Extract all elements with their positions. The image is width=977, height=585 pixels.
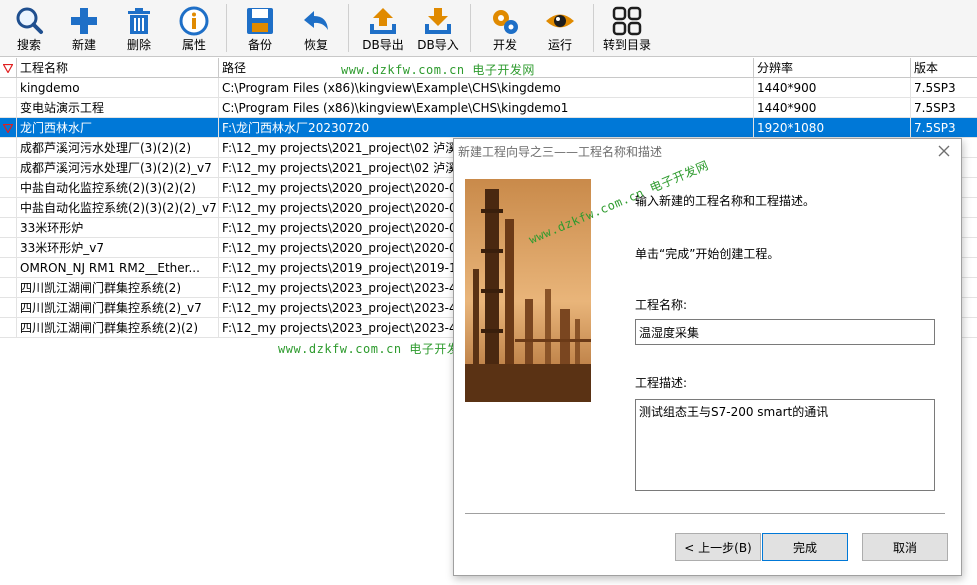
resolution-cell: 1920*1080 <box>754 118 911 138</box>
undo-icon <box>304 11 328 30</box>
project-path-cell: C:\Program Files (x86)\kingview\Example\… <box>219 98 754 118</box>
project-name-cell: 33米环形炉 <box>17 218 219 238</box>
table-row[interactable]: 变电站演示工程 C:\Program Files (x86)\kingview\E… <box>0 98 977 118</box>
row-marker-cell <box>0 138 17 158</box>
project-name-cell: OMRON_NJ RM1 RM2__Ether... <box>17 258 219 278</box>
project-path-cell: F:\龙门西林水厂20230720 <box>219 118 754 138</box>
db-export-button[interactable]: DB导出 <box>356 2 410 54</box>
new-project-wizard-dialog: 新建工程向导之三——工程名称和描述 输入新建的工程名称和工程描述。 单击“完成” <box>453 138 962 576</box>
row-marker-cell <box>0 158 17 178</box>
row-marker-cell <box>0 298 17 318</box>
project-name-cell: 成都芦溪河污水处理厂(3)(2)(2)_v7 <box>17 158 219 178</box>
grid-icon <box>612 6 642 36</box>
column-header-name[interactable]: 工程名称 <box>17 58 219 78</box>
close-icon[interactable] <box>936 143 952 159</box>
column-header-resolution[interactable]: 分辨率 <box>754 58 911 78</box>
eye-icon <box>546 14 574 28</box>
back-button[interactable]: < 上一步(B) <box>675 533 761 561</box>
project-name-cell: 四川凯江湖闸门群集控系统(2) <box>17 278 219 298</box>
new-label: 新建 <box>71 38 96 52</box>
sort-flag-icon <box>3 64 13 73</box>
current-row-flag-icon <box>3 124 13 133</box>
project-description-input[interactable]: 测试组态王与S7-200 smart的通讯 <box>635 399 935 491</box>
version-cell: 7.5SP3 <box>914 81 956 95</box>
row-marker-cell <box>0 178 17 198</box>
row-marker-cell <box>0 258 17 278</box>
project-name-cell: 四川凯江湖闸门群集控系统(2)_v7 <box>17 298 219 318</box>
db-import-button[interactable]: DB导入 <box>411 2 465 54</box>
develop-button[interactable]: 开发 <box>478 2 532 54</box>
table-row[interactable]: 龙门西林水厂 F:\龙门西林水厂20230720 1920*1080 7.5SP3 <box>0 118 977 138</box>
dialog-divider <box>465 513 945 515</box>
dialog-hint-text: 单击“完成”开始创建工程。 <box>635 247 780 261</box>
version-cell: 7.5SP3 <box>914 101 956 115</box>
properties-label: 属性 <box>181 38 206 52</box>
plus-icon <box>71 8 97 34</box>
row-marker-cell <box>0 238 17 258</box>
dialog-title: 新建工程向导之三——工程名称和描述 <box>458 145 663 159</box>
restore-label: 恢复 <box>303 38 328 52</box>
toolbar-separator <box>470 4 471 52</box>
row-marker-cell <box>0 98 17 118</box>
row-marker-cell <box>0 198 17 218</box>
cancel-button[interactable]: 取消 <box>862 533 948 561</box>
toolbar-separator <box>226 4 227 52</box>
db-import-label: DB导入 <box>417 38 459 52</box>
project-name-cell: 中盐自动化监控系统(2)(3)(2)(2)_v7 <box>17 198 219 218</box>
save-icon <box>247 8 273 34</box>
new-button[interactable]: 新建 <box>57 2 111 54</box>
row-marker-cell <box>0 278 17 298</box>
project-name-input[interactable] <box>635 319 935 345</box>
project-name-cell: 四川凯江湖闸门群集控系统(2)(2) <box>17 318 219 338</box>
sort-marker-cell[interactable] <box>0 58 17 78</box>
run-label: 运行 <box>547 38 572 52</box>
info-icon <box>179 6 209 36</box>
project-description-label: 工程描述: <box>635 376 688 390</box>
upload-icon <box>370 8 396 34</box>
watermark: www.dzkfw.com.cn 电子开发网 <box>278 342 472 356</box>
version-cell: 7.5SP3 <box>914 121 956 135</box>
download-icon <box>425 8 451 34</box>
project-name-cell: 变电站演示工程 <box>17 98 219 118</box>
column-header-version[interactable]: 版本 <box>911 58 977 78</box>
toolbar-separator <box>593 4 594 52</box>
search-icon <box>16 7 43 34</box>
project-name-cell: 33米环形炉_v7 <box>17 238 219 258</box>
project-name-cell: kingdemo <box>17 78 219 98</box>
toolbar: 搜索 新建 删除 属性 备份 恢复 DB导出 DB导入 开发 运行 转到目录 <box>0 0 977 57</box>
toolbar-separator <box>348 4 349 52</box>
run-button[interactable]: 运行 <box>533 2 587 54</box>
finish-button[interactable]: 完成 <box>762 533 848 561</box>
resolution-cell: 1440*900 <box>754 98 911 118</box>
resolution-cell: 1440*900 <box>754 78 911 98</box>
project-name-label: 工程名称: <box>635 298 688 312</box>
goto-directory-button[interactable]: 转到目录 <box>600 2 654 54</box>
trash-icon <box>128 8 150 34</box>
search-button[interactable]: 搜索 <box>2 2 56 54</box>
project-name-cell: 中盐自动化监控系统(2)(3)(2)(2) <box>17 178 219 198</box>
restore-button[interactable]: 恢复 <box>289 2 343 54</box>
develop-label: 开发 <box>492 38 517 52</box>
project-name-cell: 成都芦溪河污水处理厂(3)(2)(2) <box>17 138 219 158</box>
delete-label: 删除 <box>126 38 151 52</box>
goto-directory-label: 转到目录 <box>602 38 651 52</box>
project-path-cell: C:\Program Files (x86)\kingview\Example\… <box>219 78 754 98</box>
delete-button[interactable]: 删除 <box>112 2 166 54</box>
table-row[interactable]: kingdemo C:\Program Files (x86)\kingview\… <box>0 78 977 98</box>
row-marker-cell <box>0 118 17 138</box>
watermark: www.dzkfw.com.cn 电子开发网 <box>341 63 535 77</box>
row-marker-cell <box>0 318 17 338</box>
gears-icon <box>493 10 518 34</box>
dialog-title-bar: 新建工程向导之三——工程名称和描述 <box>454 139 961 163</box>
db-export-label: DB导出 <box>362 38 404 52</box>
search-label: 搜索 <box>16 38 41 52</box>
row-marker-cell <box>0 78 17 98</box>
row-marker-cell <box>0 218 17 238</box>
properties-button[interactable]: 属性 <box>167 2 221 54</box>
dialog-intro-text: 输入新建的工程名称和工程描述。 <box>635 194 816 208</box>
project-name-cell: 龙门西林水厂 <box>17 118 219 138</box>
backup-label: 备份 <box>247 38 272 52</box>
backup-button[interactable]: 备份 <box>233 2 287 54</box>
